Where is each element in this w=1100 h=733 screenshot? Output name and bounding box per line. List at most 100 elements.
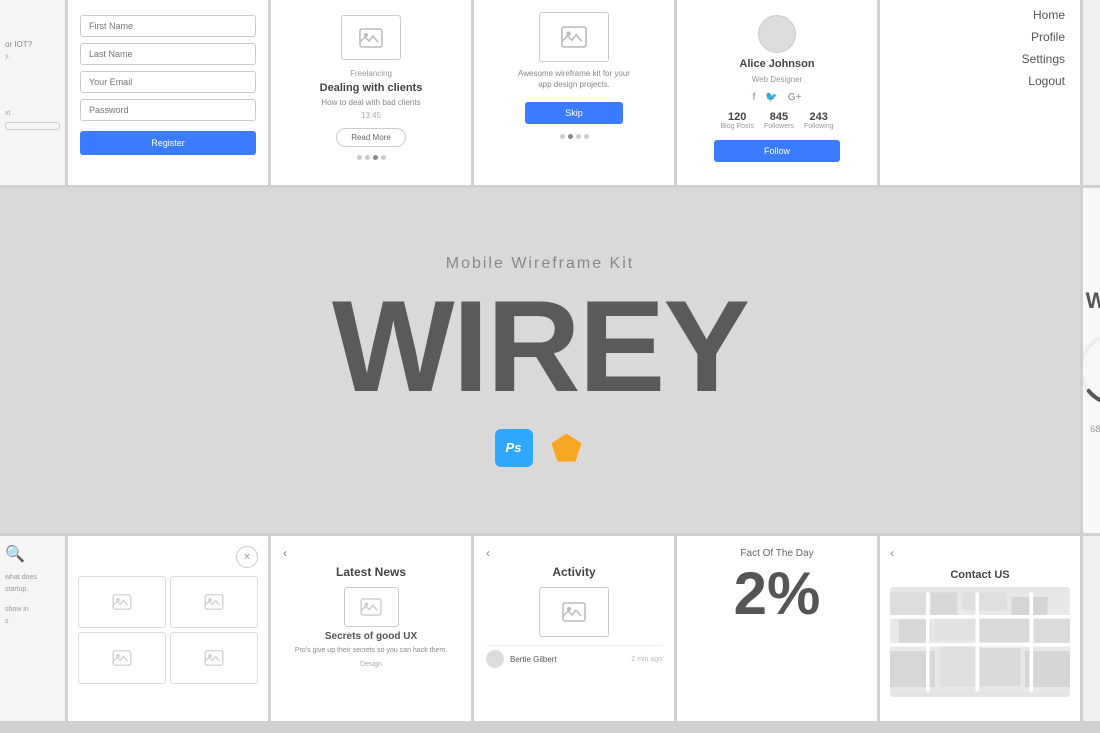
thumb-1 (78, 576, 166, 628)
following-stat: 243 Following (804, 111, 834, 130)
news-item-1: Secrets of good UX Pro's give up their s… (283, 587, 459, 668)
right-chevron-r1[interactable]: › (1083, 0, 1100, 185)
news-header: Latest News (283, 565, 459, 579)
googleplus-icon[interactable]: G+ (788, 92, 802, 103)
profile-content: Alice Johnson Web Designer f 🐦 G+ 120 Bl… (677, 0, 877, 177)
wireframe-preview-cell: Awesome wireframe kit for your app desig… (474, 0, 674, 185)
partial-text-y: y. (5, 53, 60, 60)
follow-button[interactable]: Follow (714, 140, 840, 162)
tool-icons-row: Ps (495, 429, 586, 467)
thumb-2 (170, 576, 258, 628)
email-input[interactable] (80, 71, 256, 93)
contact-header: Contact US (890, 569, 1070, 581)
pagination-dots (357, 155, 386, 160)
password-input[interactable] (80, 99, 256, 121)
registration-form: Register (68, 0, 268, 170)
news-content: ‹ Latest News Secrets of good UX Pro's g… (271, 536, 471, 678)
profile-stats: 120 Blog Posts 845 Followers 243 Followi… (721, 111, 834, 130)
blog-subtitle: How to deal with bad clients (321, 98, 420, 107)
loading-title: Wirey (1086, 288, 1100, 314)
partial-btn[interactable] (5, 122, 60, 130)
read-more-button[interactable]: Read More (336, 128, 406, 147)
search-partial-content: 🔍 what does startup. show in s (0, 536, 65, 636)
activity-user-row: Bertie Gilbert 2 min ago (486, 645, 662, 672)
dot-2 (365, 155, 370, 160)
map-area (890, 587, 1070, 697)
thumb-4 (170, 632, 258, 684)
news-desc: Pro's give up their secrets so you can h… (295, 646, 447, 655)
partial-left-r1: or IOT? y. xt (0, 0, 65, 185)
registration-cell: Register (68, 0, 268, 185)
main-banner: Mobile Wireframe Kit WIREY Ps (0, 188, 1080, 533)
loading-panel: Wirey 68% Loaded › (1083, 188, 1100, 533)
search-partial-cell: 🔍 what does startup. show in s (0, 536, 65, 721)
wireframe-preview-content: Awesome wireframe kit for your app desig… (474, 0, 674, 151)
fact-content: Fact Of The Day 2% (677, 536, 877, 636)
partial-text-xt: xt (5, 110, 60, 117)
blog-image-placeholder (341, 15, 401, 60)
grid-thumbnails-cell: ✕ (68, 536, 268, 721)
register-button[interactable]: Register (80, 131, 256, 155)
contact-back-arrow[interactable]: ‹ (890, 546, 894, 560)
user-name: Bertie Gilbert (510, 655, 625, 664)
activity-cell: ‹ Activity Bertie Gilbert 2 min ago (474, 536, 674, 721)
nav-item-profile[interactable]: Profile (1031, 30, 1065, 44)
facebook-icon[interactable]: f (753, 92, 756, 103)
news-image-placeholder (344, 587, 399, 627)
thumb-3 (78, 632, 166, 684)
wireframe-dots (560, 134, 589, 139)
twitter-icon[interactable]: 🐦 (765, 92, 777, 103)
wdot-3 (576, 134, 581, 139)
followers-label: Followers (764, 123, 794, 130)
activity-image-placeholder (539, 587, 609, 637)
thumbnail-grid (78, 576, 258, 684)
blog-timestamp: 13:45 (361, 111, 381, 120)
wdot-1 (560, 134, 565, 139)
contact-cell: ‹ Contact US (880, 536, 1080, 721)
news-title: Secrets of good UX (325, 631, 417, 642)
first-name-input[interactable] (80, 15, 256, 37)
dot-3 (373, 155, 378, 160)
banner-content: Mobile Wireframe Kit WIREY Ps (0, 188, 1080, 533)
avatar (758, 15, 796, 53)
user-avatar (486, 650, 504, 668)
followers-num: 845 (764, 111, 794, 123)
nav-item-logout[interactable]: Logout (1028, 74, 1065, 88)
fact-title: Fact Of The Day (740, 548, 813, 559)
sketch-icon (548, 429, 586, 467)
nav-item-home[interactable]: Home (1033, 8, 1065, 22)
blog-category: Freelancing (350, 69, 392, 78)
wireframe-image-placeholder (539, 12, 609, 62)
blog-post-cell: Freelancing Dealing with clients How to … (271, 0, 471, 185)
following-num: 243 (804, 111, 834, 123)
activity-content: ‹ Activity Bertie Gilbert 2 min ago (474, 536, 674, 682)
right-chevron-r3[interactable]: › (1083, 536, 1100, 721)
dot-1 (357, 155, 362, 160)
sketch-diamond (552, 434, 582, 462)
dot-4 (381, 155, 386, 160)
news-back-arrow[interactable]: ‹ (283, 546, 459, 560)
skip-button[interactable]: Skip (525, 102, 623, 124)
partial-search-texts: what does startup. show in s (5, 572, 60, 628)
wdot-2 (568, 134, 573, 139)
blog-title: Dealing with clients (320, 82, 423, 94)
activity-header: Activity (486, 565, 662, 579)
photoshop-icon: Ps (495, 429, 533, 467)
close-button[interactable]: ✕ (236, 546, 258, 568)
blog-posts-num: 120 (721, 111, 754, 123)
latest-news-cell: ‹ Latest News Secrets of good UX Pro's g… (271, 536, 471, 721)
search-icon[interactable]: 🔍 (5, 544, 60, 564)
kit-label: Mobile Wireframe Kit (446, 255, 634, 273)
last-name-input[interactable] (80, 43, 256, 65)
followers-stat: 845 Followers (764, 111, 794, 130)
nav-menu-cell: Home Profile Settings Logout (880, 0, 1080, 185)
fact-cell: Fact Of The Day 2% (677, 536, 877, 721)
wirey-title: WIREY (332, 281, 748, 411)
profile-name: Alice Johnson (739, 58, 814, 70)
loading-circle (1083, 329, 1100, 409)
fact-number: 2% (734, 564, 821, 624)
activity-back-arrow[interactable]: ‹ (486, 546, 662, 560)
blog-content: Freelancing Dealing with clients How to … (271, 0, 471, 175)
nav-item-settings[interactable]: Settings (1022, 52, 1065, 66)
load-percentage-text: 68% Loaded (1090, 424, 1100, 434)
